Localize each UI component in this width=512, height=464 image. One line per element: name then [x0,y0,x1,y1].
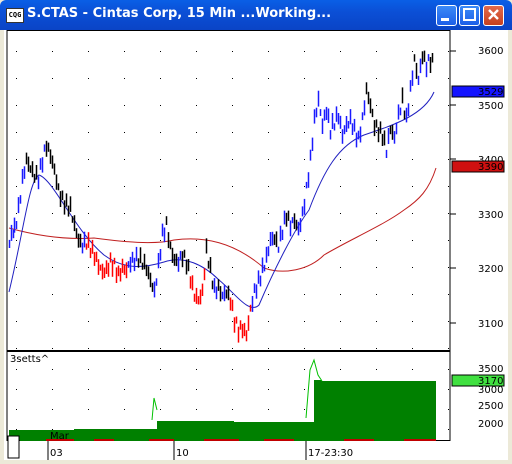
cqg-app-icon: CQG [6,8,24,23]
time-label-03: 03 [50,448,63,459]
price-tick-3100: 3100 [478,319,503,330]
time-label-17: 17-23:30 [308,448,353,459]
price-tick-3200: 3200 [478,264,503,275]
indicator-spike-line [151,358,323,421]
price-tick-3500: 3500 [478,101,503,112]
price-tick-3600: 3600 [478,46,503,57]
close-icon [488,9,499,20]
time-axis-strip [20,439,436,441]
ind-tick-3500: 3500 [478,364,503,375]
maximize-icon [463,8,476,21]
chart-area[interactable]: 3600 3500 3400 3300 3200 3100 3529 3390 [4,30,508,460]
minimize-button[interactable] [436,5,457,26]
scroll-thumb[interactable] [7,435,20,459]
moving-average-tag: 3390 [451,160,505,173]
fast-moving-average-line [8,91,435,308]
window-title: S.CTAS - Cintas Corp, 15 Min ...Working.… [27,6,332,21]
indicator-histogram [9,380,436,440]
maximize-button[interactable] [459,5,480,26]
title-bar[interactable]: CQG S.CTAS - Cintas Corp, 15 Min ...Work… [0,0,512,30]
ind-tick-2000: 2000 [478,419,503,430]
price-tick-3300: 3300 [478,210,503,221]
time-label-10: 10 [176,448,189,459]
svg-text:3529: 3529 [478,87,503,98]
indicator-value-tag: 3170 [451,374,505,387]
chart-window: CQG S.CTAS - Cintas Corp, 15 Min ...Work… [0,0,512,464]
chart-canvas: 3600 3500 3400 3300 3200 3100 3529 3390 [6,30,505,460]
last-price-tag: 3529 [451,85,505,98]
price-bars [8,50,434,343]
indicator-axis: 3500 3000 2500 2000 [478,364,503,430]
minimize-icon [441,18,449,21]
ind-tick-2500: 2500 [478,401,503,412]
time-label-month: Mar [50,431,70,442]
close-button[interactable] [483,5,504,26]
svg-text:3170: 3170 [478,376,503,387]
price-pane-frame [6,30,451,351]
svg-text:3390: 3390 [478,162,503,173]
indicator-label: 3setts^ [10,354,49,365]
